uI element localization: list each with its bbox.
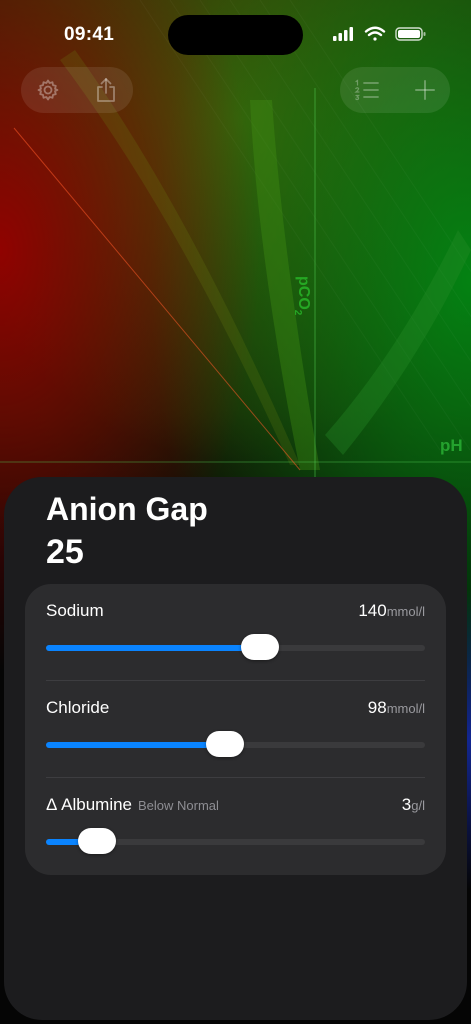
albumine-label: Δ Albumine Below Normal — [46, 795, 219, 814]
sodium-value: 140mmol/l — [358, 601, 425, 620]
chloride-slider-fill — [46, 742, 226, 748]
add-button[interactable] — [402, 67, 448, 113]
sodium-slider-fill — [46, 645, 261, 651]
albumine-value: 3g/l — [401, 795, 425, 814]
status-icons — [333, 26, 426, 41]
slider-card: Sodium 140mmol/l Chloride 98mmol/l Δ Alb… — [25, 584, 446, 875]
ph-axis-label: pH — [440, 436, 463, 455]
settings-button[interactable] — [25, 67, 71, 113]
albumine-status: Below Normal — [138, 798, 219, 813]
cellular-signal-icon — [333, 27, 353, 41]
battery-icon — [395, 27, 426, 41]
share-button[interactable] — [83, 67, 129, 113]
chloride-slider[interactable] — [46, 731, 425, 757]
right-toolbar — [340, 67, 450, 113]
left-toolbar — [21, 67, 133, 113]
gear-icon — [37, 79, 59, 101]
slider-row-chloride: Chloride 98mmol/l — [46, 681, 425, 778]
chloride-slider-thumb[interactable] — [206, 731, 245, 757]
chloride-label: Chloride — [46, 698, 110, 717]
sodium-slider[interactable] — [46, 634, 425, 660]
wifi-icon — [364, 26, 386, 41]
sodium-slider-thumb[interactable] — [241, 634, 280, 660]
slider-row-albumine: Δ Albumine Below Normal 3g/l — [46, 778, 425, 875]
albumine-slider[interactable] — [46, 828, 425, 854]
sheet-title: Anion Gap — [46, 491, 208, 527]
albumine-slider-thumb[interactable] — [78, 828, 117, 854]
chloride-value: 98mmol/l — [367, 698, 425, 717]
status-time: 09:41 — [64, 24, 115, 45]
share-icon — [97, 78, 115, 102]
dynamic-island — [168, 15, 303, 55]
anion-gap-value: 25 — [46, 533, 84, 571]
plus-icon — [415, 80, 435, 100]
numbered-list-icon — [354, 79, 379, 101]
list-button[interactable] — [344, 67, 390, 113]
pco2-axis-label: pCO2 — [291, 276, 312, 316]
sodium-label: Sodium — [46, 601, 104, 620]
anion-gap-sheet: Anion Gap 25 Sodium 140mmol/l Chloride 9… — [4, 477, 467, 1020]
slider-row-sodium: Sodium 140mmol/l — [46, 584, 425, 681]
